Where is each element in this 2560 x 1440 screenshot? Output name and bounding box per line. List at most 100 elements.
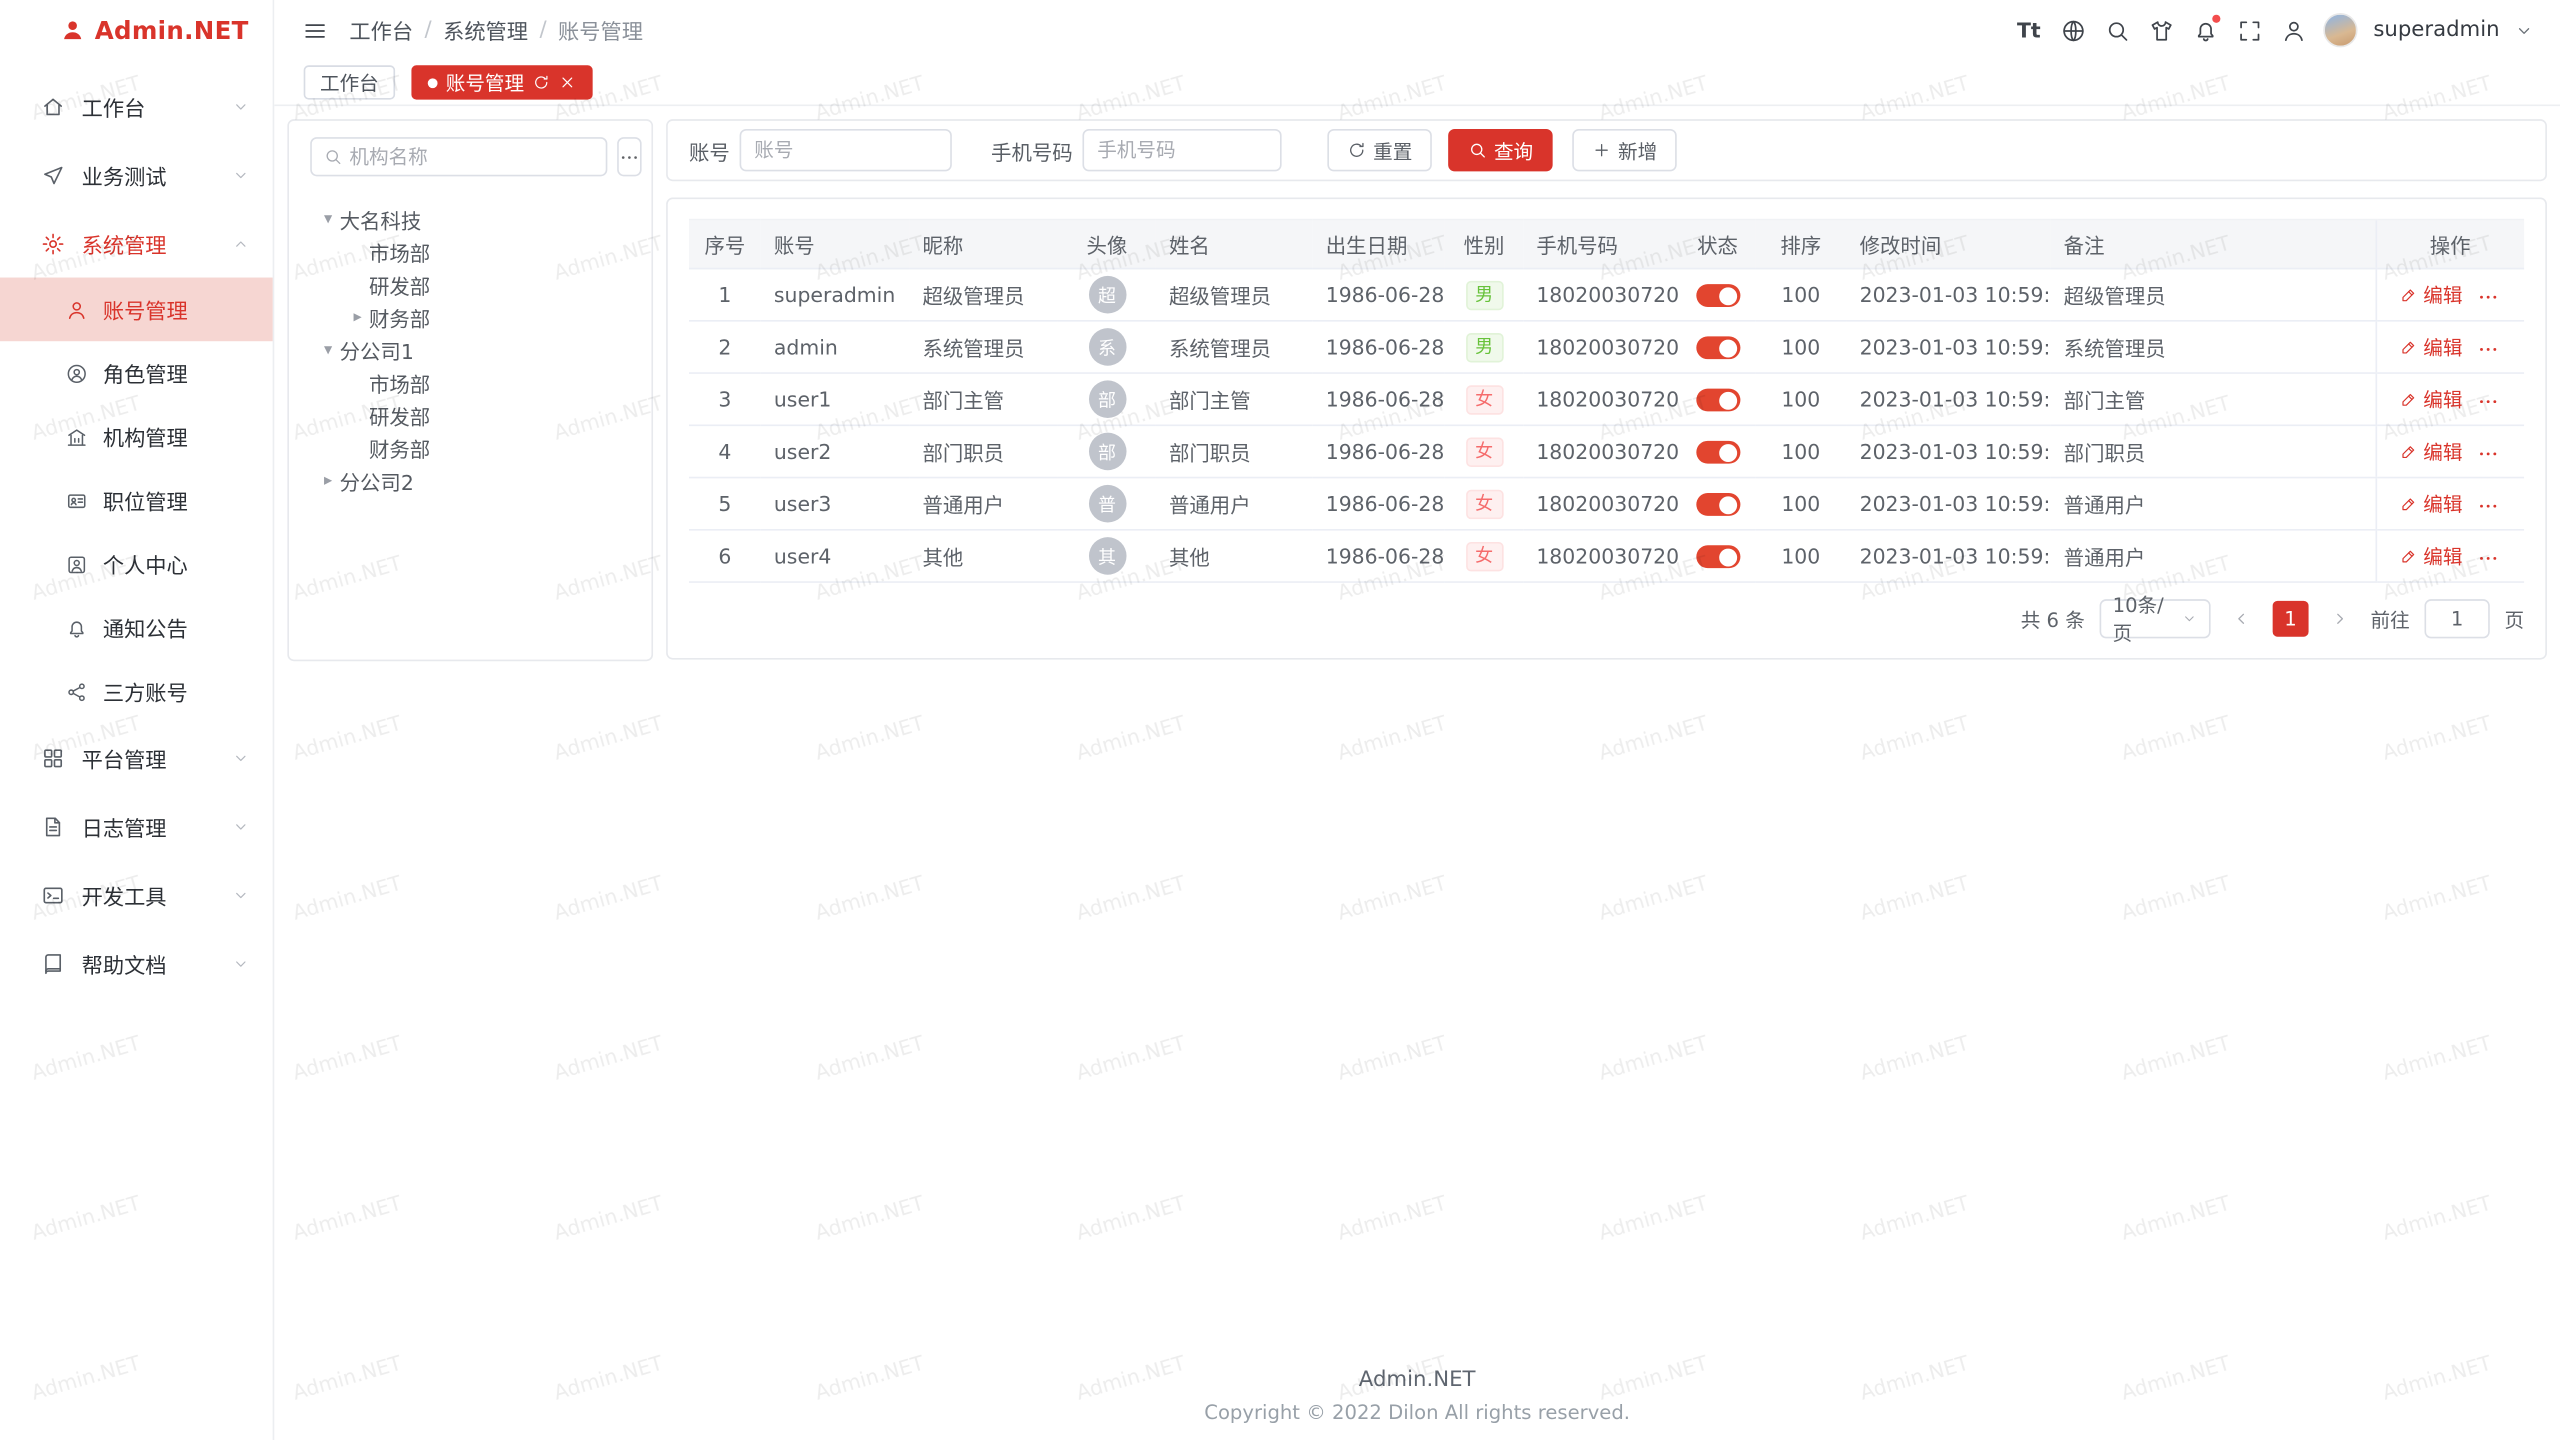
sidebar-item-dev-tools[interactable]: 开发工具 bbox=[0, 860, 273, 929]
chevron-down-icon[interactable] bbox=[2514, 20, 2534, 40]
edit-icon bbox=[2400, 338, 2418, 356]
row-more-button[interactable] bbox=[2477, 547, 2500, 570]
sidebar-item-workbench[interactable]: 工作台 bbox=[0, 72, 273, 141]
tree-caret-icon[interactable]: ▾ bbox=[317, 340, 340, 358]
gender-badge: 男 bbox=[1465, 332, 1503, 361]
edit-button[interactable]: 编辑 bbox=[2400, 280, 2462, 308]
sidebar-item-biz-test[interactable]: 业务测试 bbox=[0, 140, 273, 209]
status-toggle[interactable] bbox=[1696, 441, 1740, 464]
next-page-button[interactable] bbox=[2323, 602, 2356, 635]
tab-workbench[interactable]: 工作台 bbox=[304, 65, 395, 99]
status-toggle[interactable] bbox=[1696, 493, 1740, 516]
sidebar-subitem-notice[interactable]: 通知公告 bbox=[0, 596, 273, 660]
add-button[interactable]: 新增 bbox=[1572, 129, 1677, 171]
prev-page-button[interactable] bbox=[2225, 602, 2258, 635]
status-toggle[interactable] bbox=[1696, 546, 1740, 569]
sidebar-item-system[interactable]: 系统管理 bbox=[0, 209, 273, 278]
org-more-button[interactable] bbox=[617, 137, 641, 176]
edit-button[interactable]: 编辑 bbox=[2400, 437, 2462, 465]
theme-icon[interactable] bbox=[2146, 16, 2175, 45]
page-size-select[interactable]: 10条/页 bbox=[2100, 599, 2211, 638]
sidebar-subitem-position[interactable]: 职位管理 bbox=[0, 469, 273, 533]
edit-button[interactable]: 编辑 bbox=[2400, 489, 2462, 517]
tree-node[interactable]: ▾分公司1 bbox=[310, 333, 630, 366]
sidebar-item-help-docs[interactable]: 帮助文档 bbox=[0, 929, 273, 998]
row-avatar: 部 bbox=[1088, 380, 1126, 418]
log-icon bbox=[41, 814, 65, 838]
current-page[interactable]: 1 bbox=[2273, 601, 2309, 637]
row-avatar: 其 bbox=[1088, 537, 1126, 575]
column-header: 头像 bbox=[1058, 220, 1156, 269]
row-more-button[interactable] bbox=[2477, 338, 2500, 361]
sidebar-item-platform[interactable]: 平台管理 bbox=[0, 723, 273, 792]
org-search-box[interactable] bbox=[310, 137, 607, 176]
phone-label: 手机号码 bbox=[991, 135, 1073, 166]
table-row: 3user1部门主管部部门主管1986-06-28女18020030720100… bbox=[689, 373, 2524, 425]
tree-node[interactable]: 市场部 bbox=[310, 235, 630, 268]
sidebar-subitem-third-account[interactable]: 三方账号 bbox=[0, 660, 273, 724]
org-tree: ▾大名科技市场部研发部▸财务部▾分公司1市场部研发部财务部▸分公司2 bbox=[310, 202, 630, 496]
org-icon bbox=[65, 425, 88, 448]
tree-node[interactable]: ▸财务部 bbox=[310, 300, 630, 333]
tree-caret-icon[interactable]: ▸ bbox=[346, 308, 369, 326]
edit-button[interactable]: 编辑 bbox=[2400, 385, 2462, 413]
row-more-button[interactable] bbox=[2477, 495, 2500, 518]
tools-icon bbox=[41, 882, 65, 906]
reset-button[interactable]: 重置 bbox=[1327, 129, 1432, 171]
tree-node[interactable]: ▾大名科技 bbox=[310, 202, 630, 235]
sidebar-subitem-role[interactable]: 角色管理 bbox=[0, 341, 273, 405]
search-button[interactable]: 查询 bbox=[1448, 129, 1553, 171]
search-icon[interactable] bbox=[2102, 16, 2131, 45]
status-toggle[interactable] bbox=[1696, 337, 1740, 360]
close-icon[interactable] bbox=[558, 73, 576, 91]
language-icon[interactable] bbox=[2058, 16, 2087, 45]
goto-page-input[interactable] bbox=[2424, 599, 2489, 638]
tree-caret-icon[interactable]: ▸ bbox=[317, 471, 340, 489]
chevron-down-icon bbox=[232, 817, 250, 835]
row-more-button[interactable] bbox=[2477, 286, 2500, 309]
row-more-button[interactable] bbox=[2477, 391, 2500, 414]
account-label: 账号 bbox=[689, 135, 730, 166]
sidebar-item-log[interactable]: 日志管理 bbox=[0, 792, 273, 861]
footer-copyright: Copyright © 2022 Dilon All rights reserv… bbox=[274, 1401, 2560, 1424]
tabs-bar: 工作台账号管理 bbox=[274, 60, 2560, 106]
hamburger-menu-icon[interactable] bbox=[300, 16, 329, 45]
phone-input[interactable] bbox=[1083, 129, 1282, 171]
refresh-icon[interactable] bbox=[532, 73, 550, 91]
tree-node[interactable]: 研发部 bbox=[310, 398, 630, 431]
tree-node[interactable]: 市场部 bbox=[310, 366, 630, 399]
breadcrumb-item[interactable]: 账号管理 bbox=[558, 15, 643, 46]
username[interactable]: superadmin bbox=[2373, 18, 2499, 42]
sidebar-subitem-org[interactable]: 机构管理 bbox=[0, 405, 273, 469]
tree-node[interactable]: 财务部 bbox=[310, 431, 630, 464]
account-input[interactable] bbox=[740, 129, 952, 171]
user-avatar[interactable] bbox=[2323, 13, 2357, 47]
tree-node[interactable]: ▸分公司2 bbox=[310, 464, 630, 497]
app-logo[interactable]: Admin.NET bbox=[0, 0, 273, 60]
row-more-button[interactable] bbox=[2477, 443, 2500, 466]
status-toggle[interactable] bbox=[1696, 284, 1740, 307]
column-header: 账号 bbox=[761, 220, 910, 269]
notification-bell-icon[interactable] bbox=[2190, 16, 2219, 45]
edit-button[interactable]: 编辑 bbox=[2400, 333, 2462, 361]
column-header: 出生日期 bbox=[1313, 220, 1445, 269]
org-search-input[interactable] bbox=[349, 145, 594, 168]
fullscreen-icon[interactable] bbox=[2235, 16, 2264, 45]
edit-button[interactable]: 编辑 bbox=[2400, 542, 2462, 570]
gender-badge: 女 bbox=[1465, 384, 1503, 413]
profile-icon[interactable] bbox=[2279, 16, 2308, 45]
tree-caret-icon[interactable]: ▾ bbox=[317, 210, 340, 228]
breadcrumb-separator: / bbox=[539, 18, 546, 42]
tree-node[interactable]: 研发部 bbox=[310, 268, 630, 301]
breadcrumb-item[interactable]: 系统管理 bbox=[443, 15, 528, 46]
column-header: 性别 bbox=[1445, 220, 1523, 269]
active-tab-dot bbox=[428, 78, 438, 88]
breadcrumb-item[interactable]: 工作台 bbox=[349, 15, 413, 46]
gender-badge: 女 bbox=[1465, 489, 1503, 518]
status-toggle[interactable] bbox=[1696, 389, 1740, 412]
sidebar-subitem-profile[interactable]: 个人中心 bbox=[0, 532, 273, 596]
sidebar-subitem-account[interactable]: 账号管理 bbox=[0, 278, 273, 342]
column-header: 操作 bbox=[2376, 220, 2525, 269]
font-size-icon[interactable]: Tt bbox=[2014, 16, 2043, 45]
tab-account[interactable]: 账号管理 bbox=[411, 65, 592, 99]
